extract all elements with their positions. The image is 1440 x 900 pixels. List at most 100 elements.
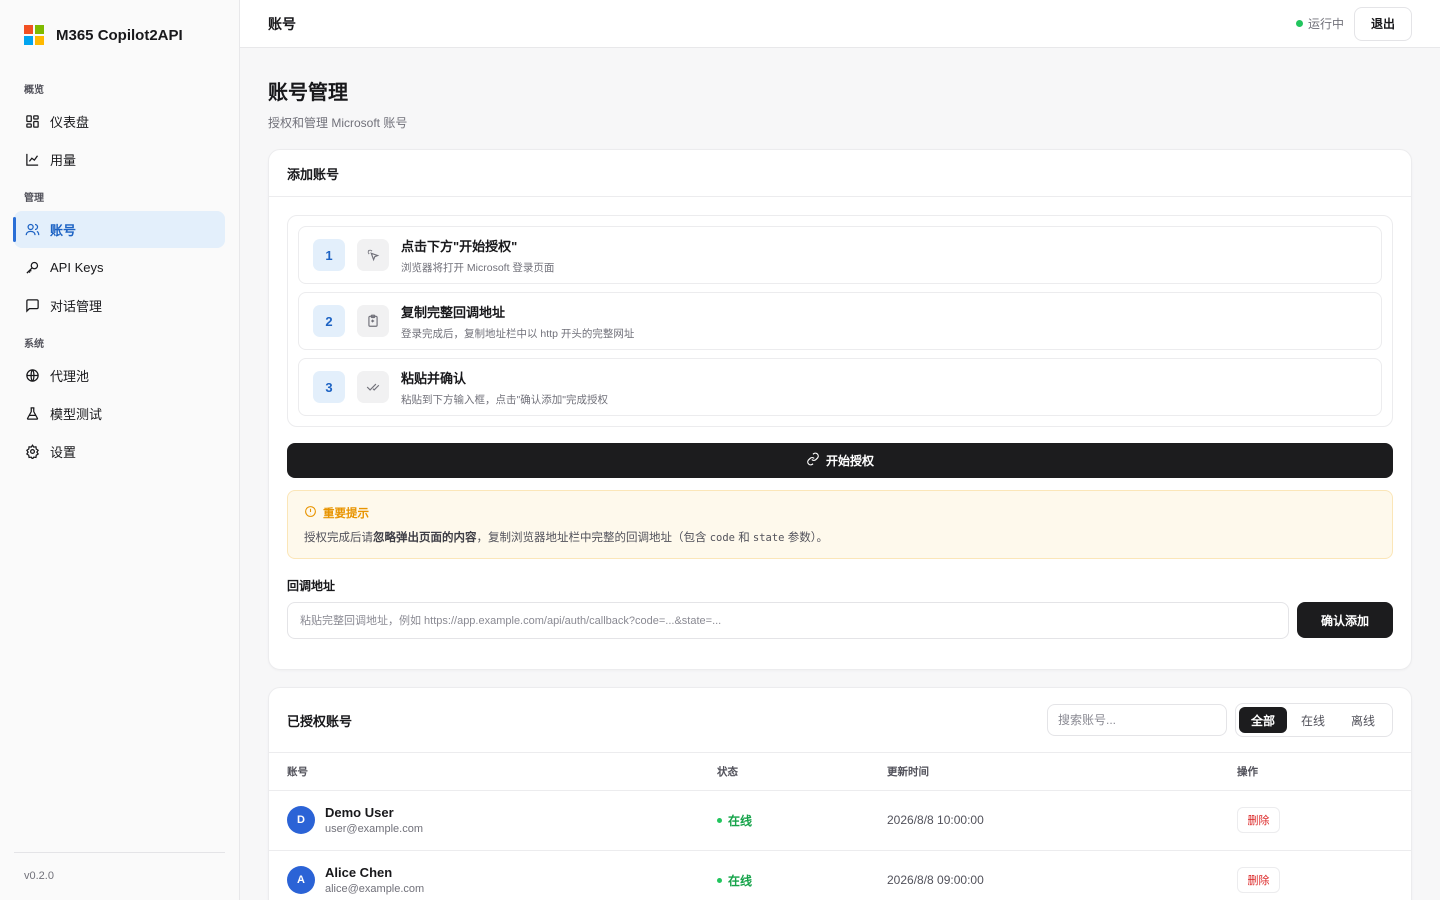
account-email: alice@example.com — [325, 883, 425, 895]
status-text: 运行中 — [1307, 17, 1344, 31]
app-root: M365 Copilot2API 概览 仪表盘 用量 管理 账号 API Key… — [0, 0, 1440, 900]
sidebar-item-label: 模型测试 — [50, 407, 103, 422]
table-header-row: 账号 状态 更新时间 操作 — [269, 753, 1411, 791]
sidebar-item-accounts[interactable]: 账号 — [13, 211, 225, 248]
status-text: 在线 — [728, 813, 753, 828]
step-text: 粘贴并确认 粘贴到下方输入框，点击"确认添加"完成授权 — [401, 368, 608, 407]
sidebar-item-label: 用量 — [50, 153, 77, 168]
cell-updated: 2026/8/8 10:00:00 — [869, 790, 1219, 851]
status-dot-icon — [1295, 20, 1303, 27]
step-number: 2 — [313, 305, 345, 337]
nav-group-label-system: 系统 — [24, 339, 44, 350]
column-header-status: 状态 — [699, 753, 869, 791]
accounts-header: 已授权账号 全部 在线 离线 — [269, 688, 1411, 753]
filter-online[interactable]: 在线 — [1289, 707, 1337, 733]
account-info: D Demo User user@example.com — [287, 805, 681, 835]
callback-row: 确认添加 — [287, 602, 1393, 639]
notice-text-part: 授权完成后请 — [304, 532, 373, 544]
sidebar: M365 Copilot2API 概览 仪表盘 用量 管理 账号 API Key… — [0, 0, 240, 900]
status-filter: 全部 在线 离线 — [1235, 703, 1393, 737]
check-double-icon — [357, 371, 389, 403]
avatar: A — [287, 866, 315, 894]
add-account-body: 1 点击下方"开始授权" 浏览器将打开 Microsoft 登录页面 2 复制完… — [269, 197, 1411, 669]
accounts-card: 已授权账号 全部 在线 离线 账号 状态 — [268, 687, 1412, 900]
gear-icon — [24, 444, 40, 460]
step-desc: 登录完成后，复制地址栏中以 http 开头的完整网址 — [401, 327, 635, 340]
message-square-icon — [24, 298, 40, 314]
cell-account: A Alice Chen alice@example.com — [269, 850, 699, 900]
sidebar-item-label: 代理池 — [50, 369, 90, 384]
account-email: user@example.com — [325, 823, 423, 835]
step-3: 3 粘贴并确认 粘贴到下方输入框，点击"确认添加"完成授权 — [298, 358, 1382, 416]
notice-code: state — [752, 532, 785, 544]
cell-account: D Demo User user@example.com — [269, 790, 699, 851]
filter-all[interactable]: 全部 — [1239, 707, 1287, 733]
account-name: Alice Chen — [325, 865, 393, 880]
step-desc: 粘贴到下方输入框，点击"确认添加"完成授权 — [401, 393, 608, 406]
column-header-actions: 操作 — [1219, 753, 1411, 791]
cell-actions: 删除 — [1219, 850, 1411, 900]
step-number: 1 — [313, 239, 345, 271]
flask-icon — [24, 406, 40, 422]
account-search-input[interactable] — [1047, 704, 1227, 736]
step-2: 2 复制完整回调地址 登录完成后，复制地址栏中以 http 开头的完整网址 — [298, 292, 1382, 350]
callback-url-input[interactable] — [287, 602, 1289, 639]
cell-status: 在线 — [699, 850, 869, 900]
sidebar-item-proxy-pool[interactable]: 代理池 — [14, 357, 225, 394]
main-area: 账号 运行中 退出 账号管理 授权和管理 Microsoft 账号 添加账号 1… — [240, 0, 1440, 900]
online-dot-icon — [717, 817, 722, 823]
step-title: 复制完整回调地址 — [401, 304, 506, 320]
accounts-table: 账号 状态 更新时间 操作 D Demo User user@example.c… — [269, 753, 1411, 900]
step-text: 点击下方"开始授权" 浏览器将打开 Microsoft 登录页面 — [401, 236, 554, 275]
sidebar-item-settings[interactable]: 设置 — [14, 433, 225, 470]
sidebar-item-dashboard[interactable]: 仪表盘 — [14, 103, 225, 140]
important-notice: 重要提示 授权完成后请忽略弹出页面的内容，复制浏览器地址栏中完整的回调地址（包含… — [287, 490, 1393, 559]
microsoft-logo-icon — [24, 25, 44, 45]
sidebar-item-conversations[interactable]: 对话管理 — [14, 287, 225, 324]
table-row: A Alice Chen alice@example.com 在线 2026/8… — [269, 850, 1411, 900]
status-text: 在线 — [728, 873, 753, 888]
account-info: A Alice Chen alice@example.com — [287, 865, 681, 895]
pointer-click-icon — [357, 239, 389, 271]
notice-text-part: 和 — [735, 532, 753, 544]
sidebar-item-model-test[interactable]: 模型测试 — [14, 395, 225, 432]
page-subtitle: 授权和管理 Microsoft 账号 — [268, 116, 408, 130]
account-name: Demo User — [325, 805, 394, 820]
sidebar-item-usage[interactable]: 用量 — [14, 141, 225, 178]
cell-status: 在线 — [699, 790, 869, 851]
step-desc: 浏览器将打开 Microsoft 登录页面 — [401, 261, 555, 274]
account-text: Demo User user@example.com — [325, 805, 423, 835]
version-label: v0.2.0 — [14, 852, 225, 882]
cell-actions: 删除 — [1219, 790, 1411, 851]
topbar: 账号 运行中 退出 — [240, 0, 1440, 48]
step-title: 点击下方"开始授权" — [401, 238, 518, 254]
notice-title-text: 重要提示 — [323, 508, 369, 520]
start-auth-button[interactable]: 开始授权 — [287, 443, 1393, 478]
notice-text-part: 参数）。 — [784, 532, 828, 544]
sidebar-item-label: 仪表盘 — [50, 115, 90, 130]
confirm-add-button[interactable]: 确认添加 — [1297, 602, 1393, 638]
cell-updated: 2026/8/8 09:00:00 — [869, 850, 1219, 900]
accounts-tools: 全部 在线 离线 — [1047, 703, 1393, 737]
steps-list: 1 点击下方"开始授权" 浏览器将打开 Microsoft 登录页面 2 复制完… — [287, 215, 1393, 427]
sidebar-item-api-keys[interactable]: API Keys — [14, 249, 225, 286]
brand[interactable]: M365 Copilot2API — [0, 0, 239, 70]
chart-line-icon — [24, 152, 40, 168]
step-title: 粘贴并确认 — [401, 370, 467, 386]
filter-offline[interactable]: 离线 — [1339, 707, 1387, 733]
nav-group-label-manage: 管理 — [24, 193, 44, 204]
column-header-account: 账号 — [269, 753, 699, 791]
avatar: D — [287, 806, 315, 834]
link-icon — [806, 452, 820, 469]
logout-button[interactable]: 退出 — [1353, 6, 1412, 41]
sidebar-item-label: 对话管理 — [50, 299, 103, 314]
delete-button[interactable]: 删除 — [1237, 867, 1280, 893]
brand-name: M365 Copilot2API — [56, 26, 183, 44]
clipboard-icon — [357, 305, 389, 337]
page-content: 账号管理 授权和管理 Microsoft 账号 添加账号 1 点击下方"开始授权… — [240, 48, 1440, 900]
delete-button[interactable]: 删除 — [1237, 807, 1280, 833]
sidebar-item-label: 设置 — [50, 445, 77, 460]
notice-text-bold: 忽略弹出页面的内容 — [373, 532, 477, 544]
column-header-updated: 更新时间 — [869, 753, 1219, 791]
add-account-card: 添加账号 1 点击下方"开始授权" 浏览器将打开 Microsoft 登录页面 — [268, 149, 1412, 670]
